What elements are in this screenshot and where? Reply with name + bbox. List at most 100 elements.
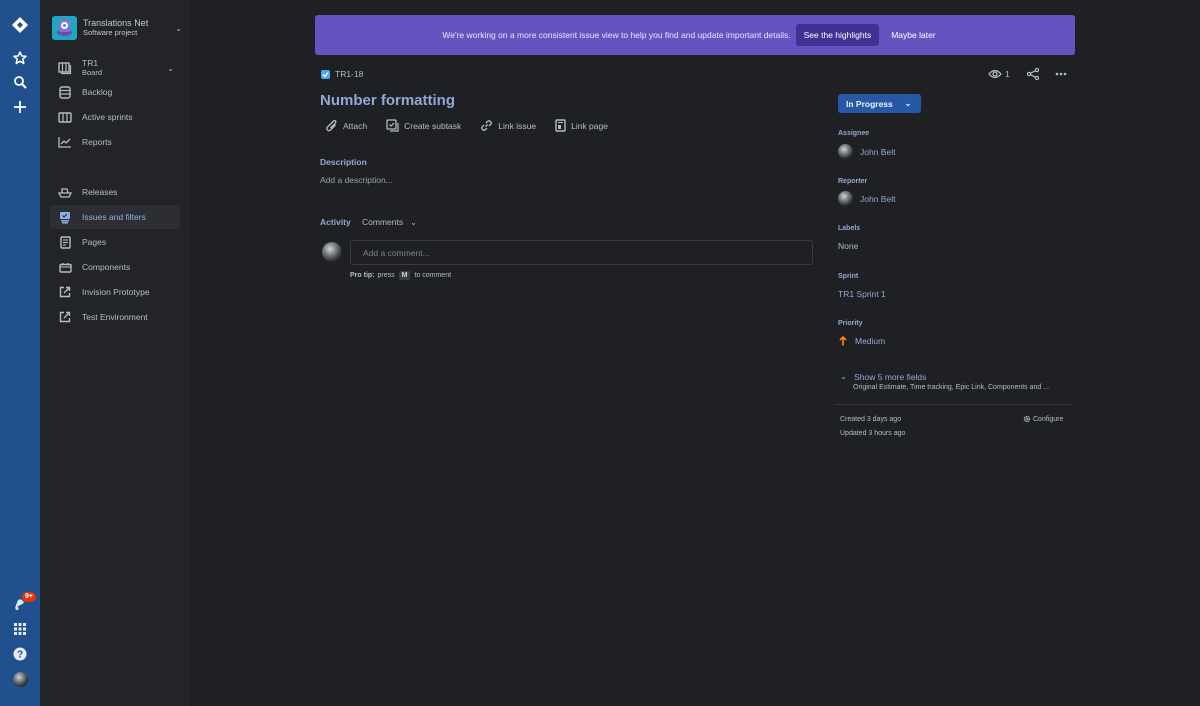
svg-text:?: ? bbox=[17, 650, 23, 661]
sidebar-item-label: Pages bbox=[82, 237, 107, 247]
labels-label: Labels bbox=[838, 225, 861, 232]
comment-input[interactable] bbox=[350, 240, 813, 265]
eye-icon bbox=[988, 69, 1002, 79]
pro-tip-label: Pro tip: bbox=[350, 272, 375, 279]
show-more-fields-label: Show 5 more fields bbox=[854, 371, 927, 382]
description-heading: Description bbox=[320, 157, 367, 167]
sidebar-item-components[interactable]: Components bbox=[50, 255, 180, 279]
share-icon bbox=[1026, 68, 1039, 80]
chevron-down-icon: ⌄ bbox=[175, 23, 182, 33]
profile-avatar[interactable] bbox=[10, 669, 30, 689]
reporter-field[interactable]: John Belt bbox=[838, 191, 895, 206]
priority-field[interactable]: Medium bbox=[838, 336, 885, 346]
global-nav: 9+ ? bbox=[0, 0, 40, 706]
sprint-value: TR1 Sprint 1 bbox=[838, 289, 886, 299]
project-name: Translations Net bbox=[83, 18, 149, 28]
labels-value: None bbox=[838, 241, 859, 251]
assignee-label: Assignee bbox=[838, 130, 870, 137]
more-fields-summary: Original Estimate, Time tracking, Epic L… bbox=[853, 384, 1050, 391]
reports-icon bbox=[58, 135, 72, 149]
assignee-field[interactable]: John Belt bbox=[838, 144, 895, 159]
current-user-avatar bbox=[322, 242, 342, 262]
action-label: Attach bbox=[343, 120, 368, 131]
sidebar-item-label: Releases bbox=[82, 187, 118, 197]
sidebar-item-label: Test Environment bbox=[82, 312, 148, 322]
create-icon[interactable] bbox=[10, 97, 30, 117]
activity-filter-dropdown[interactable]: Comments ⌄ bbox=[362, 217, 417, 227]
activity-filter-value: Comments bbox=[362, 217, 404, 227]
share-button[interactable] bbox=[1026, 68, 1039, 80]
sidebar-item-reports[interactable]: Reports bbox=[50, 130, 180, 154]
sidebar-item-issues-and-filters[interactable]: Issues and filters bbox=[50, 205, 180, 229]
issue-title[interactable]: Number formatting bbox=[320, 92, 455, 109]
pages-icon bbox=[58, 235, 72, 249]
action-label: Create subtask bbox=[404, 120, 462, 131]
paperclip-icon bbox=[326, 119, 337, 132]
priority-medium-icon bbox=[839, 336, 847, 346]
reporter-avatar bbox=[838, 191, 853, 206]
activity-heading: Activity bbox=[320, 217, 351, 227]
configure-button[interactable]: Configure bbox=[1023, 415, 1063, 423]
sprint-label: Sprint bbox=[838, 273, 859, 280]
sidebar-item-active-sprints[interactable]: Active sprints bbox=[50, 105, 180, 129]
issue-actions: Attach Create subtask Link issue Link pa… bbox=[326, 119, 627, 132]
active-sprints-icon bbox=[58, 110, 72, 124]
link-icon bbox=[481, 120, 493, 131]
description-field[interactable]: Add a description... bbox=[320, 175, 393, 185]
backlog-icon bbox=[58, 85, 72, 99]
chevron-down-icon: ⌄ bbox=[410, 217, 417, 227]
jira-logo-icon[interactable] bbox=[10, 15, 30, 35]
sidebar-item-test-environment[interactable]: Test Environment bbox=[50, 305, 180, 329]
divider bbox=[835, 404, 1072, 405]
help-icon[interactable]: ? bbox=[10, 644, 30, 664]
project-switcher[interactable]: Translations Net Software project ⌄ bbox=[52, 16, 182, 40]
attach-button[interactable]: Attach bbox=[326, 119, 367, 132]
priority-value: Medium bbox=[855, 336, 886, 346]
sidebar-item-pages[interactable]: Pages bbox=[50, 230, 180, 254]
search-icon[interactable] bbox=[10, 72, 30, 92]
board-icon bbox=[58, 61, 72, 75]
link-issue-button[interactable]: Link issue bbox=[480, 119, 536, 132]
notifications-badge: 9+ bbox=[22, 592, 36, 602]
action-label: Link issue bbox=[498, 120, 537, 131]
issues-icon bbox=[58, 210, 72, 224]
status-dropdown[interactable]: In Progress ⌄ bbox=[838, 94, 921, 113]
issue-key-link[interactable]: TR1-18 bbox=[335, 69, 363, 79]
components-icon bbox=[58, 260, 72, 274]
sprint-field[interactable]: TR1 Sprint 1 bbox=[838, 289, 886, 299]
see-highlights-button[interactable]: See the highlights bbox=[795, 24, 880, 46]
project-type: Software project bbox=[83, 28, 138, 37]
maybe-later-button[interactable]: Maybe later bbox=[879, 24, 947, 46]
create-subtask-button[interactable]: Create subtask bbox=[386, 119, 461, 132]
reporter-name: John Belt bbox=[860, 193, 896, 204]
configure-label: Configure bbox=[1033, 415, 1064, 423]
chevron-down-icon: ⌄ bbox=[167, 63, 174, 73]
keyboard-shortcut-key: M bbox=[398, 271, 411, 280]
board-type: Board bbox=[82, 68, 103, 77]
external-link-icon bbox=[58, 285, 72, 299]
sidebar-item-backlog[interactable]: Backlog bbox=[50, 80, 180, 104]
link-page-button[interactable]: Link page bbox=[555, 119, 608, 132]
board-name: TR1 bbox=[82, 58, 99, 68]
watch-button[interactable]: 1 bbox=[988, 69, 1010, 79]
board-switcher[interactable]: TR1 Board ⌄ bbox=[50, 56, 180, 80]
show-more-fields-button[interactable]: ⌄ Show 5 more fields bbox=[840, 371, 926, 382]
status-value: In Progress bbox=[846, 98, 893, 109]
watchers-count: 1 bbox=[1005, 69, 1010, 79]
labels-field[interactable]: None bbox=[838, 241, 858, 251]
sidebar-item-label: Reports bbox=[82, 137, 112, 147]
project-avatar bbox=[52, 16, 77, 40]
sidebar-item-releases[interactable]: Releases bbox=[50, 180, 180, 204]
issue-toolbar: 1 bbox=[988, 68, 1067, 80]
star-icon[interactable] bbox=[10, 48, 30, 68]
assignee-name: John Belt bbox=[860, 146, 896, 157]
app-switcher-icon[interactable] bbox=[10, 619, 30, 639]
action-label: Link page bbox=[571, 120, 608, 131]
created-date: Created 3 days ago bbox=[840, 416, 902, 423]
more-actions-button[interactable] bbox=[1055, 72, 1067, 76]
pro-tip-text: press bbox=[377, 272, 395, 279]
sidebar-item-invision-prototype[interactable]: Invision Prototype bbox=[50, 280, 180, 304]
updated-date: Updated 3 hours ago bbox=[840, 430, 906, 437]
gear-icon bbox=[1023, 415, 1031, 423]
banner-message: We're working on a more consistent issue… bbox=[442, 30, 791, 40]
